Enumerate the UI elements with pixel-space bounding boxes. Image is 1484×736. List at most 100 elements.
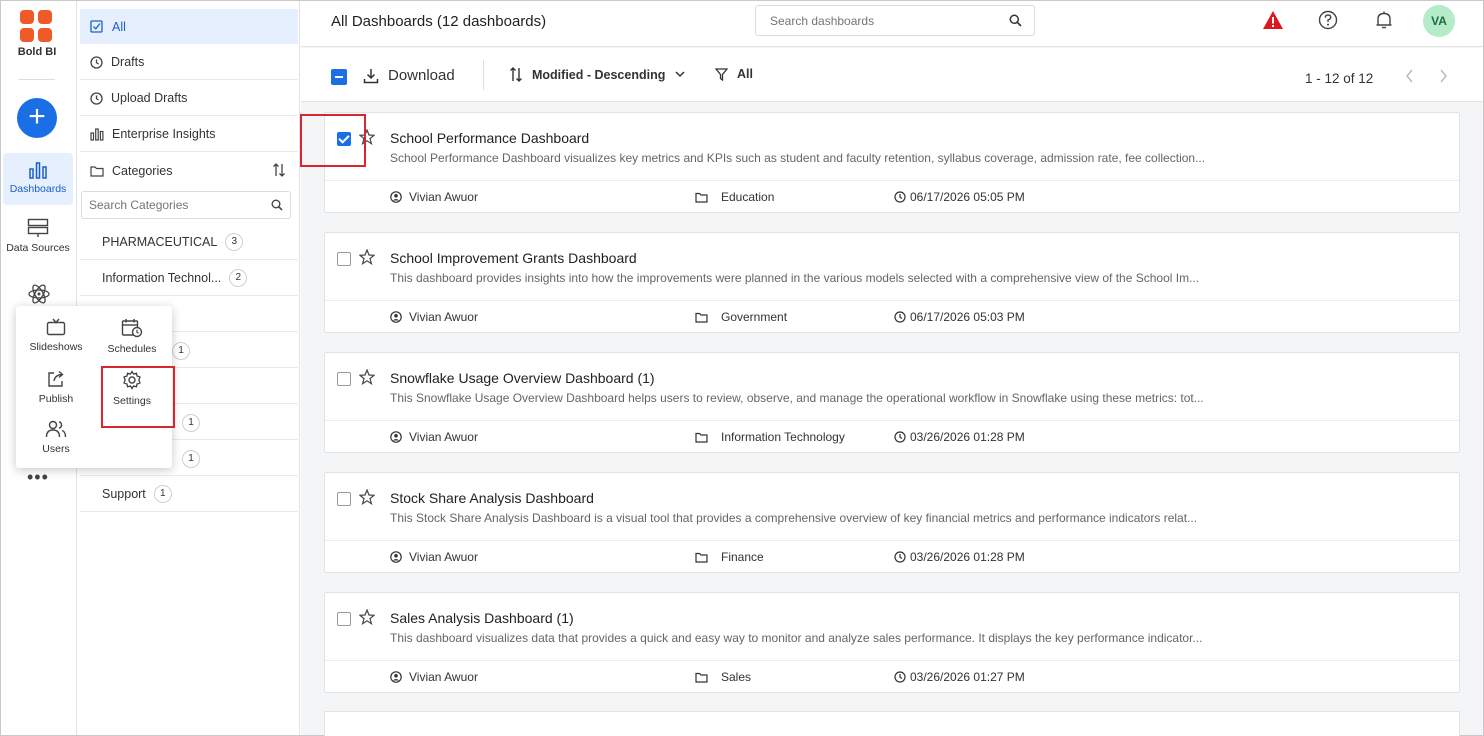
card-divider [325,300,1459,301]
checkbox-edit-icon [90,19,103,33]
dashboard-card[interactable]: Stock Share Analysis Dashboard This Stoc… [324,472,1460,573]
category-count-badge: 2 [229,268,248,287]
card-title[interactable]: School Performance Dashboard [390,130,589,146]
category-name: Sales [721,670,752,684]
owner-name: Vivian Awuor [409,310,478,324]
create-button[interactable]: + [17,98,57,138]
nav-upload-drafts[interactable]: Upload Drafts [80,81,298,116]
menu-item-publish[interactable]: Publish [18,370,94,405]
star-icon[interactable] [359,249,375,265]
user-circle-icon [390,431,402,443]
nav-label: Enterprise Insights [112,127,216,141]
category-search-input[interactable] [82,192,262,218]
dashboard-search-input[interactable] [756,6,996,35]
nav-categories[interactable]: Categories [80,153,298,188]
card-modified: 03/26/2026 01:28 PM [894,430,1025,444]
dashboard-card[interactable]: Sales Analysis Dashboard (1) This dashbo… [324,592,1460,693]
folder-icon [695,432,708,443]
filter-label: All [737,67,753,81]
card-checkbox[interactable] [337,492,351,506]
user-circle-icon [390,551,402,563]
category-count-badge: 1 [182,450,200,468]
card-owner: Vivian Awuor [390,430,478,444]
calendar-clock-icon [121,319,143,338]
category-search [81,191,291,219]
help-icon[interactable] [1318,10,1338,30]
card-modified: 03/26/2026 01:28 PM [894,550,1025,564]
rail-item-data-sources[interactable]: Data Sources [3,218,73,254]
user-avatar[interactable]: VA [1423,5,1455,37]
filter-icon [715,67,728,81]
more-options-icon[interactable]: ••• [27,467,49,488]
server-icon [27,218,49,237]
category-name: Information Technology [721,430,845,444]
category-count-badge: 1 [153,484,172,503]
rail-divider [19,79,55,80]
menu-item-users[interactable]: Users [18,420,94,455]
modified-date: 03/26/2026 01:28 PM [910,430,1025,444]
menu-item-label: Slideshows [29,341,83,353]
card-checkbox[interactable] [337,612,351,626]
nav-all[interactable]: All [80,9,298,44]
header-bar: All Dashboards (12 dashboards) VA [301,1,1483,47]
dashboard-card-partial[interactable] [324,711,1460,736]
card-title[interactable]: Sales Analysis Dashboard (1) [390,610,574,626]
search-icon[interactable] [271,199,283,211]
card-title[interactable]: Snowflake Usage Overview Dashboard (1) [390,370,655,386]
owner-name: Vivian Awuor [409,190,478,204]
rail-item-dashboards[interactable]: Dashboards [3,153,73,205]
category-count-badge: 3 [225,232,244,251]
sort-icon[interactable] [272,163,286,177]
search-icon[interactable] [1009,14,1022,27]
chevron-left-icon[interactable] [1405,69,1414,83]
settings-highlight-box [101,366,175,428]
modified-date: 03/26/2026 01:27 PM [910,670,1025,684]
main-area: All Dashboards (12 dashboards) VA [301,1,1483,736]
card-divider [325,660,1459,661]
menu-item-schedules[interactable]: Schedules [94,318,170,355]
nav-drafts[interactable]: Drafts [80,45,298,80]
dashboard-card[interactable]: School Improvement Grants Dashboard This… [324,232,1460,333]
clock-icon [894,551,906,563]
user-circle-icon [390,191,402,203]
owner-name: Vivian Awuor [409,550,478,564]
sort-dropdown[interactable]: Modified - Descending [509,67,685,82]
menu-item-slideshows[interactable]: Slideshows [18,318,94,353]
category-count-badge: 1 [182,414,200,432]
nav-label: Categories [112,163,173,178]
nav-enterprise-insights[interactable]: Enterprise Insights [80,117,298,152]
card-title[interactable]: Stock Share Analysis Dashboard [390,490,594,506]
folder-icon [695,552,708,563]
star-icon[interactable] [359,489,375,505]
card-checkbox[interactable] [337,372,351,386]
download-button[interactable]: Download [363,67,455,84]
bold-bi-logo[interactable] [19,9,53,43]
card-owner: Vivian Awuor [390,670,478,684]
bell-icon[interactable] [1374,10,1394,30]
dashboard-card[interactable]: Snowflake Usage Overview Dashboard (1) T… [324,352,1460,453]
category-name: Information Technol... [102,270,222,285]
alert-icon[interactable] [1262,10,1284,30]
bar-chart-icon [29,162,47,179]
category-item[interactable]: Information Technol... 2 [80,260,298,296]
toolbar: Download Modified - Descending All 1 - 1… [301,48,1483,102]
users-icon [45,420,67,438]
card-title[interactable]: School Improvement Grants Dashboard [390,250,637,266]
category-name: Finance [721,550,764,564]
card-checkbox[interactable] [337,252,351,266]
share-icon [48,370,64,387]
atom-icon[interactable] [27,282,51,306]
clock-icon [894,311,906,323]
filter-dropdown[interactable]: All [715,67,753,81]
category-item[interactable]: PHARMACEUTICAL 3 [80,224,298,260]
dashboard-card[interactable]: School Performance Dashboard School Perf… [324,112,1460,213]
star-icon[interactable] [359,369,375,385]
app-name: Bold BI [17,46,57,58]
chevron-right-icon[interactable] [1439,69,1448,83]
clock-icon [90,91,103,105]
card-category: Education [695,190,774,204]
select-all-checkbox[interactable] [331,69,347,85]
star-icon[interactable] [359,609,375,625]
category-item[interactable]: Support 1 [80,476,298,512]
card-divider [325,180,1459,181]
